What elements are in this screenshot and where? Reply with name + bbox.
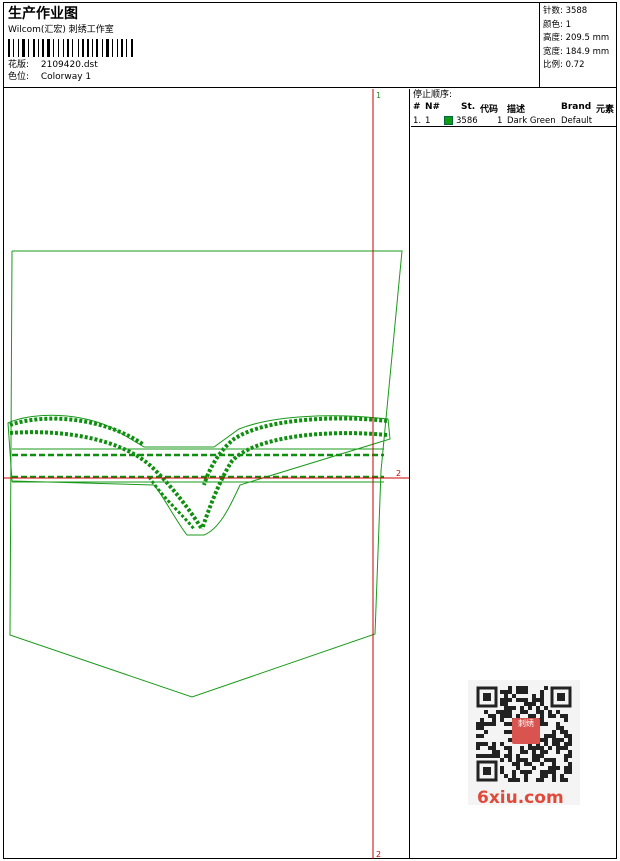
guide-marker-bottom: 2 <box>376 850 381 859</box>
stitch-count: 针数: 3588 <box>543 6 588 16</box>
colorway-value: Colorway 1 <box>40 72 92 82</box>
row-stitches: 3586 <box>456 116 478 126</box>
sequence-title: 停止顺序: <box>413 90 453 100</box>
page-title: 生产作业图 <box>8 6 78 22</box>
design-name-row: 花版: 2109420.dst <box>8 59 538 71</box>
row-num: 1. <box>413 116 422 126</box>
col-stitches: St. <box>461 102 476 112</box>
seal-stamp: 刺绣 <box>512 718 540 744</box>
colorway-label: 色位: <box>8 72 30 82</box>
col-brand: Brand <box>561 102 592 112</box>
col-code: 代码 <box>480 105 499 115</box>
row-n: 1 <box>425 116 431 126</box>
design-canvas[interactable]: 1 2 2 <box>4 89 410 859</box>
row-description: Dark Green <box>507 116 556 126</box>
col-description: 描述 <box>507 105 526 115</box>
col-element: 元素 <box>596 105 615 115</box>
stats-panel: 针数: 3588 颜色: 1 高度: 209.5 mm 宽度: 184.9 mm… <box>539 3 616 88</box>
design-height: 高度: 209.5 mm <box>543 33 610 43</box>
header-info: 生产作业图 Wilcom(汇宏) 刺绣工作室 花版: 2109420.dst 色… <box>8 5 538 88</box>
row-brand: Default <box>561 116 593 126</box>
header: 生产作业图 Wilcom(汇宏) 刺绣工作室 花版: 2109420.dst 色… <box>4 3 616 88</box>
watermark-text: 6xiu.com <box>477 788 564 808</box>
row-code: 1 <box>497 116 503 126</box>
stitch-arc-right-lower <box>200 431 388 530</box>
stitch-arc-right-upper <box>202 416 388 486</box>
col-n: N# <box>425 102 441 112</box>
color-count: 颜色: 1 <box>543 19 571 30</box>
sequence-row[interactable]: 1. 1 3586 1 Dark Green Default <box>411 115 616 127</box>
col-hash: # <box>413 102 421 112</box>
barcode <box>8 39 133 57</box>
design-scale: 比例: 0.72 <box>543 60 585 70</box>
company-name: Wilcom(汇宏) 刺绣工作室 <box>8 25 114 35</box>
stitch-v-left <box>147 476 196 530</box>
color-swatch <box>444 116 453 125</box>
guide-marker-right: 2 <box>396 469 401 478</box>
guide-marker-top: 1 <box>376 91 381 100</box>
design-value: 2109420.dst <box>40 60 98 70</box>
design-drawing: 1 2 2 <box>4 89 409 859</box>
design-width: 宽度: 184.9 mm <box>543 46 610 57</box>
colorway-row: 色位: Colorway 1 <box>8 71 538 83</box>
design-label: 花版: <box>8 60 30 70</box>
sequence-header: # N# St. 代码 描述 Brand 元素 <box>411 101 616 115</box>
